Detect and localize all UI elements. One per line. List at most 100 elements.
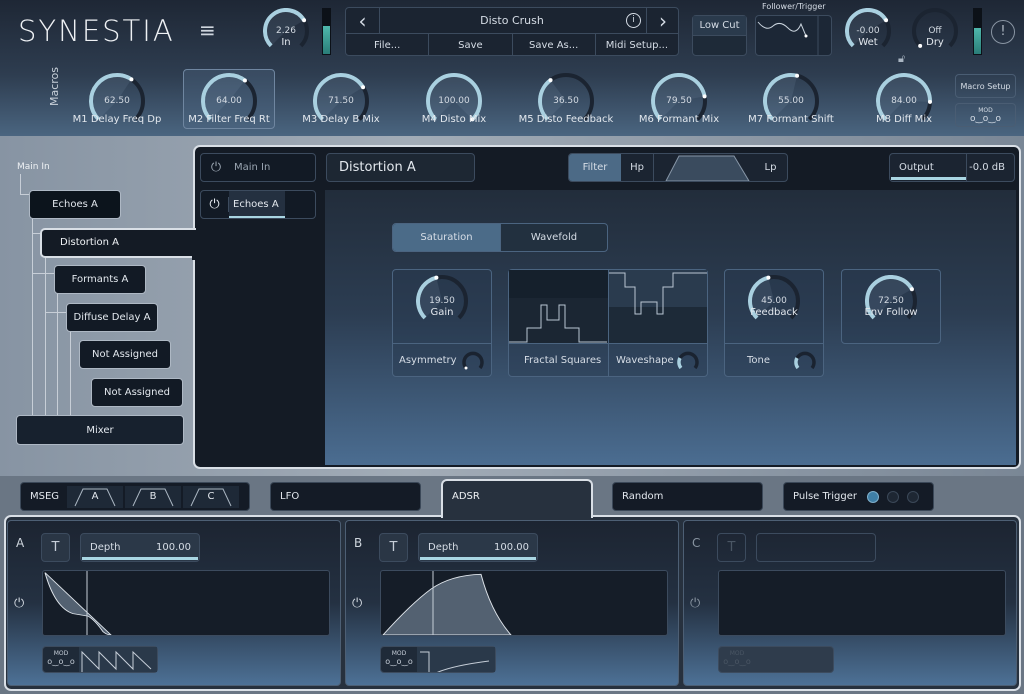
- tone-knob[interactable]: [793, 349, 817, 373]
- power-icon[interactable]: ⏻: [14, 596, 24, 611]
- dry-knob[interactable]: Off Dry: [912, 8, 958, 54]
- mode-wavefold[interactable]: Wavefold: [500, 224, 607, 251]
- low-cut-button[interactable]: Low Cut: [692, 15, 747, 56]
- mod-routing-icon[interactable]: MOD o‿o‿o: [381, 647, 417, 672]
- mod-button[interactable]: MOD o‿o‿o: [955, 103, 1016, 127]
- lp-label[interactable]: Lp: [754, 154, 787, 181]
- input-meter: [322, 8, 331, 55]
- waveshape-display[interactable]: [509, 270, 707, 344]
- tab-mseg[interactable]: MSEG A B C: [20, 482, 250, 511]
- knob-value: 2.26: [275, 26, 297, 36]
- power-icon[interactable]: ⏻: [201, 197, 229, 212]
- node-distortion-a[interactable]: Distortion A: [40, 228, 196, 258]
- trigger-button[interactable]: T: [41, 533, 70, 562]
- envelope-display[interactable]: [718, 570, 1006, 636]
- fractal-squares-selector[interactable]: Fractal Squares: [524, 355, 601, 366]
- knob-label: M4 Disto Mix: [421, 114, 487, 125]
- waveshape-knob[interactable]: [676, 349, 700, 373]
- pulse-indicator-1[interactable]: [867, 490, 879, 503]
- node-formants-a[interactable]: Formants A: [54, 265, 146, 294]
- output-slider[interactable]: Output -0.0 dB: [889, 153, 1015, 182]
- env-follow-knob[interactable]: 72.50 Env Follow: [864, 275, 918, 327]
- macro-setup-button[interactable]: Macro Setup: [955, 74, 1016, 98]
- depth-slider[interactable]: Depth 100.00: [80, 533, 200, 562]
- knob-label: Feedback: [750, 307, 798, 319]
- mod-routing-icon[interactable]: MOD o‿o‿o: [719, 647, 755, 672]
- knob-label: M6 Formant Mix: [638, 114, 720, 125]
- power-icon[interactable]: ⏻: [352, 596, 362, 611]
- knob-label: Env Follow: [864, 307, 918, 319]
- save-as-button[interactable]: Save As...: [513, 34, 596, 56]
- knob-value: 84.00: [891, 96, 917, 106]
- low-cut-label: Low Cut: [693, 16, 746, 36]
- mseg-slot-label: A: [91, 491, 99, 502]
- feedback-knob[interactable]: 45.00 Feedback: [748, 275, 800, 327]
- slot-label: Echoes A: [229, 191, 285, 218]
- depth-slider[interactable]: [756, 533, 876, 562]
- prev-preset-button[interactable]: ‹: [346, 8, 380, 33]
- macro-knob-7[interactable]: 55.00 M7 Formant Shift: [748, 72, 834, 130]
- tab-adsr[interactable]: ADSR: [441, 479, 593, 518]
- lock-icon[interactable]: 🔓︎: [898, 52, 905, 66]
- asymmetry-knob[interactable]: [461, 349, 485, 373]
- pulse-indicator-2[interactable]: [887, 490, 899, 503]
- knob-label: M3 Delay B Mix: [302, 114, 380, 125]
- macro-knob-6[interactable]: 79.50 M6 Formant Mix: [639, 72, 719, 130]
- macro-knob-4[interactable]: 100.00 M4 Disto Mix: [422, 72, 486, 130]
- save-button[interactable]: Save: [429, 34, 513, 56]
- macro-knob-5[interactable]: 36.50 M5 Disto Feedback: [519, 72, 613, 130]
- depth-slider[interactable]: Depth 100.00: [418, 533, 538, 562]
- tab-lfo[interactable]: LFO: [270, 482, 421, 511]
- node-mixer[interactable]: Mixer: [16, 415, 184, 445]
- mode-saturation[interactable]: Saturation: [393, 224, 500, 251]
- mseg-slot-a[interactable]: A: [67, 485, 124, 508]
- mseg-slot-b[interactable]: B: [125, 485, 182, 508]
- macro-knob-1[interactable]: 62.50 M1 Delay Freq Dp: [73, 72, 161, 130]
- power-icon[interactable]: ⏻: [690, 596, 700, 611]
- mod-source[interactable]: MOD o‿o‿o: [380, 646, 496, 673]
- input-knob[interactable]: 2.26 In: [263, 8, 309, 54]
- preset-name[interactable]: Disto Crush: [380, 8, 644, 33]
- envelope-display[interactable]: [380, 570, 668, 636]
- envelope-display[interactable]: [42, 570, 330, 636]
- filter-toggle[interactable]: Filter: [569, 154, 621, 181]
- tab-random[interactable]: Random: [612, 482, 763, 511]
- mseg-slot-c[interactable]: C: [183, 485, 240, 508]
- slot-echoes-a[interactable]: ⏻ Echoes A: [200, 190, 316, 219]
- tab-pulse-trigger[interactable]: Pulse Trigger: [783, 482, 934, 511]
- macro-knob-2[interactable]: 64.00 M2 Filter Freq Rt: [188, 72, 270, 130]
- knob-value: Off: [928, 26, 942, 36]
- info-icon[interactable]: i: [626, 13, 641, 28]
- trigger-button[interactable]: T: [379, 533, 408, 562]
- envelope-b: B ⏻ T Depth 100.00 MOD o‿o‿o: [345, 520, 679, 686]
- slot-main-in[interactable]: ⏻ Main In: [200, 153, 316, 182]
- node-echoes-a[interactable]: Echoes A: [29, 190, 121, 219]
- hamburger-icon[interactable]: ≡: [199, 18, 216, 42]
- mod-source[interactable]: MOD o‿o‿o: [42, 646, 158, 673]
- trigger-button[interactable]: T: [717, 533, 746, 562]
- power-icon[interactable]: ⏻: [201, 160, 231, 175]
- main-in-label: Main In: [17, 162, 50, 172]
- node-not-assigned-1[interactable]: Not Assigned: [79, 340, 171, 369]
- knob-value: 36.50: [553, 96, 579, 106]
- macro-knob-3[interactable]: 71.50 M3 Delay B Mix: [302, 72, 380, 130]
- alert-button[interactable]: !: [991, 20, 1015, 44]
- next-preset-button[interactable]: ›: [646, 8, 679, 33]
- filter-group: Filter Hp Lp: [568, 153, 788, 182]
- follower-trigger-display[interactable]: [755, 15, 832, 56]
- waveshape-label: Waveshape: [616, 355, 674, 366]
- gain-knob[interactable]: 19.50 Gain: [416, 275, 468, 327]
- filter-curve[interactable]: [654, 154, 754, 181]
- asymmetry-label: Asymmetry: [399, 355, 457, 366]
- node-not-assigned-2[interactable]: Not Assigned: [91, 378, 183, 407]
- macro-knob-8[interactable]: 84.00 M8 Diff Mix: [875, 72, 933, 130]
- hp-label[interactable]: Hp: [621, 154, 654, 181]
- envelope-a: A ⏻ T Depth 100.00 MOD o‿o‿o: [7, 520, 341, 686]
- mod-source[interactable]: MOD o‿o‿o: [718, 646, 834, 673]
- pulse-indicator-3[interactable]: [907, 490, 919, 503]
- mod-routing-icon[interactable]: MOD o‿o‿o: [43, 647, 79, 672]
- node-diffuse-delay-a[interactable]: Diffuse Delay A: [66, 303, 158, 332]
- file-button[interactable]: File...: [346, 34, 430, 56]
- envelope-name: C: [692, 536, 701, 550]
- midi-setup-button[interactable]: Midi Setup...: [596, 34, 678, 56]
